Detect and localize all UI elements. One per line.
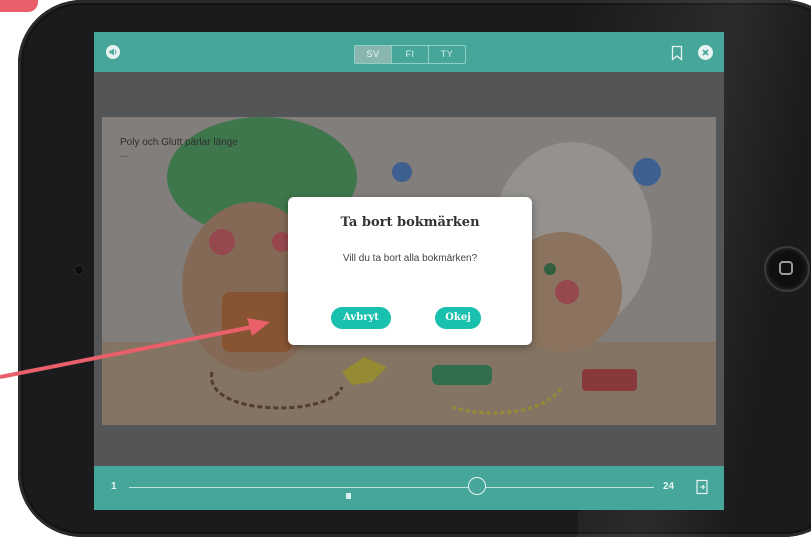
bottom-bar: 1 24 bbox=[94, 466, 724, 510]
bookmark-icon[interactable] bbox=[671, 45, 683, 61]
tab-language-ty[interactable]: TY bbox=[429, 46, 465, 63]
home-icon bbox=[779, 261, 793, 275]
camera-icon bbox=[75, 266, 83, 274]
close-icon[interactable] bbox=[698, 45, 713, 60]
dialog-message: Vill du ta bort alla bokmärken? bbox=[342, 253, 478, 264]
page-slider-thumb[interactable] bbox=[468, 477, 486, 495]
page-text: Poly och Glutt pärlar länge ... bbox=[120, 137, 238, 160]
app-screen: SV FI TY Poly och Glutt pärlar länge ...… bbox=[94, 32, 724, 510]
page-slider-track[interactable] bbox=[129, 487, 654, 488]
bookmark-marker-icon bbox=[346, 493, 351, 499]
ok-button[interactable]: Okej bbox=[435, 307, 481, 329]
end-page-number: 24 bbox=[663, 481, 675, 492]
language-switcher: SV FI TY bbox=[354, 45, 466, 64]
corner-badge bbox=[0, 0, 38, 12]
exit-icon[interactable] bbox=[696, 479, 708, 495]
cancel-button[interactable]: Avbryt bbox=[331, 307, 391, 329]
dialog-title: Ta bort bokmärken bbox=[340, 215, 480, 230]
tab-language-fi[interactable]: FI bbox=[392, 46, 429, 63]
home-button[interactable] bbox=[766, 248, 808, 290]
top-bar: SV FI TY bbox=[94, 32, 724, 72]
tab-language-sv[interactable]: SV bbox=[355, 46, 392, 63]
delete-bookmarks-dialog: Ta bort bokmärken Vill du ta bort alla b… bbox=[288, 197, 532, 345]
start-page-number: 1 bbox=[111, 481, 117, 492]
speaker-icon[interactable] bbox=[106, 45, 120, 59]
